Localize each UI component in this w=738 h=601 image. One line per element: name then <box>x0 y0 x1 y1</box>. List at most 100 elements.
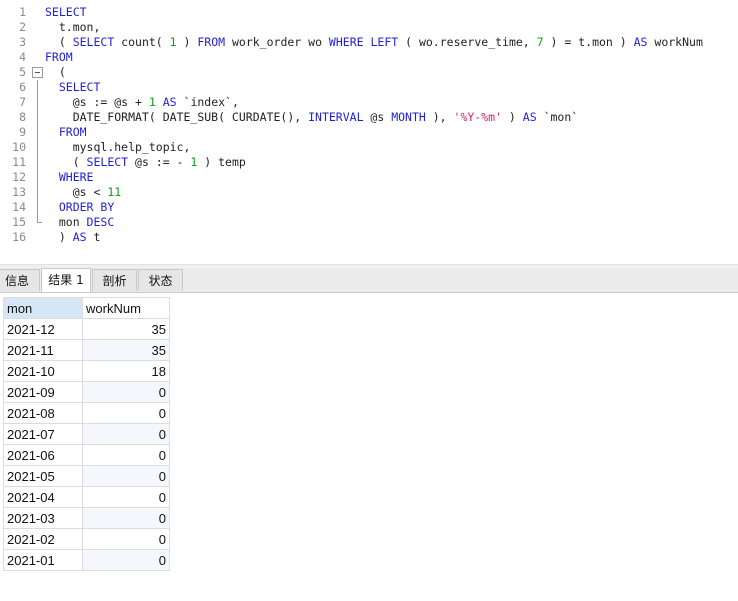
tab-profile[interactable]: 剖析 <box>92 269 137 291</box>
sql-number: 7 <box>536 35 544 49</box>
code-line[interactable]: 15 mon DESC <box>0 215 738 230</box>
fold-collapse-icon[interactable] <box>32 65 43 80</box>
code-text: mon DESC <box>45 215 114 230</box>
code-line[interactable]: 11 ( SELECT @s := - 1 ) temp <box>0 155 738 170</box>
sql-keyword: ORDER BY <box>58 200 115 214</box>
code-line[interactable]: 4 FROM <box>0 50 738 65</box>
code-line[interactable]: 3 ( SELECT count( 1 ) FROM work_order wo… <box>0 35 738 50</box>
code-line[interactable]: 16 ) AS t <box>0 230 738 245</box>
cell-worknum[interactable]: 35 <box>82 318 170 340</box>
code-text: @s := @s + 1 AS `index`, <box>45 95 239 110</box>
cell-worknum[interactable]: 0 <box>82 444 170 466</box>
cell-worknum[interactable]: 0 <box>82 402 170 424</box>
line-number: 5 <box>19 65 26 79</box>
sql-token: ( wo.reserve_time, <box>398 35 537 49</box>
line-number: 15 <box>12 215 26 229</box>
table-row[interactable]: 2021-07 0 <box>3 423 170 445</box>
code-line[interactable]: 2 t.mon, <box>0 20 738 35</box>
sql-keyword: LEFT <box>370 35 399 49</box>
cell-worknum[interactable]: 0 <box>82 486 170 508</box>
sql-number: 1 <box>169 35 177 49</box>
code-text: ORDER BY <box>45 200 114 215</box>
cell-mon[interactable]: 2021-07 <box>3 423 83 445</box>
cell-mon[interactable]: 2021-05 <box>3 465 83 487</box>
table-row[interactable]: 2021-10 18 <box>3 360 170 382</box>
cell-mon[interactable]: 2021-01 <box>3 549 83 571</box>
code-line[interactable]: 10 mysql.help_topic, <box>0 140 738 155</box>
table-row[interactable]: 2021-12 35 <box>3 318 170 340</box>
cell-worknum[interactable]: 0 <box>82 381 170 403</box>
code-line[interactable]: 9 FROM <box>0 125 738 140</box>
cell-mon[interactable]: 2021-10 <box>3 360 83 382</box>
table-row[interactable]: 2021-06 0 <box>3 444 170 466</box>
cell-worknum[interactable]: 0 <box>82 465 170 487</box>
code-line[interactable]: 1 SELECT <box>0 5 738 20</box>
sql-token: mon <box>45 215 87 229</box>
cell-mon[interactable]: 2021-06 <box>3 444 83 466</box>
cell-mon[interactable]: 2021-02 <box>3 528 83 550</box>
cell-mon[interactable]: 2021-11 <box>3 339 83 361</box>
cell-mon[interactable]: 2021-12 <box>3 318 83 340</box>
column-header-worknum[interactable]: workNum <box>82 297 170 319</box>
line-number: 16 <box>12 230 26 244</box>
cell-worknum[interactable]: 0 <box>82 423 170 445</box>
code-line[interactable]: 7 @s := @s + 1 AS `index`, <box>0 95 738 110</box>
tab-info[interactable]: 信息 <box>0 269 40 291</box>
table-row[interactable]: 2021-01 0 <box>3 549 170 571</box>
sql-token: @s := @s + <box>45 95 149 109</box>
sql-token: t <box>86 230 101 244</box>
sql-token: ) = t.mon ) <box>543 35 634 49</box>
code-line[interactable]: 14 ORDER BY <box>0 200 738 215</box>
sql-token: ) <box>45 230 73 244</box>
code-line[interactable]: 12 WHERE <box>0 170 738 185</box>
line-number: 11 <box>12 155 26 169</box>
sql-editor[interactable]: 1 SELECT 2 t.mon, 3 ( SELECT count( 1 ) FRO… <box>0 0 738 264</box>
sql-token: work_order wo <box>225 35 329 49</box>
cell-mon[interactable]: 2021-09 <box>3 381 83 403</box>
table-row[interactable]: 2021-11 35 <box>3 339 170 361</box>
sql-keyword: SELECT <box>45 5 87 19</box>
cell-worknum[interactable]: 0 <box>82 528 170 550</box>
sql-token: ) <box>176 35 198 49</box>
cell-mon[interactable]: 2021-08 <box>3 402 83 424</box>
table-row[interactable]: 2021-04 0 <box>3 486 170 508</box>
sql-keyword: INTERVAL <box>308 110 364 124</box>
tab-status[interactable]: 状态 <box>138 269 183 291</box>
fold-guide <box>32 155 43 170</box>
table-row[interactable]: 2021-05 0 <box>3 465 170 487</box>
sql-token: DATE_FORMAT( DATE_SUB( CURDATE(), <box>45 110 309 124</box>
table-row[interactable]: 2021-02 0 <box>3 528 170 550</box>
code-line[interactable]: 13 @s < 11 <box>0 185 738 200</box>
cell-mon[interactable]: 2021-04 <box>3 486 83 508</box>
tab-result-1[interactable]: 结果 1 <box>41 268 91 292</box>
sql-token: `index`, <box>176 95 239 109</box>
sql-token: @s < <box>45 185 108 199</box>
line-number: 6 <box>19 80 26 94</box>
table-row[interactable]: 2021-09 0 <box>3 381 170 403</box>
code-line[interactable]: 6 SELECT <box>0 80 738 95</box>
cell-worknum[interactable]: 0 <box>82 549 170 571</box>
cell-worknum[interactable]: 35 <box>82 339 170 361</box>
fold-guide <box>32 80 43 95</box>
code-line[interactable]: 5 ( <box>0 65 738 80</box>
cell-worknum[interactable]: 18 <box>82 360 170 382</box>
sql-number: 11 <box>107 185 122 199</box>
sql-keyword: FROM <box>58 125 87 139</box>
line-number: 3 <box>19 35 26 49</box>
cell-worknum[interactable]: 0 <box>82 507 170 529</box>
code-text: SELECT <box>45 80 101 95</box>
sql-keyword: MONTH <box>391 110 426 124</box>
column-header-mon[interactable]: mon <box>3 297 83 319</box>
result-tab-bar: 信息 结果 1 剖析 状态 <box>0 268 738 293</box>
cell-mon[interactable]: 2021-03 <box>3 507 83 529</box>
result-grid[interactable]: mon workNum 2021-12 35 2021-11 35 2021-10 18 2… <box>3 297 170 571</box>
code-text: ) AS t <box>45 230 101 245</box>
line-number: 1 <box>19 5 26 19</box>
sql-token: count( <box>114 35 170 49</box>
code-text: ( SELECT @s := - 1 ) temp <box>45 155 246 170</box>
code-line[interactable]: 8 DATE_FORMAT( DATE_SUB( CURDATE(), INTE… <box>0 110 738 125</box>
table-row[interactable]: 2021-03 0 <box>3 507 170 529</box>
table-row[interactable]: 2021-08 0 <box>3 402 170 424</box>
